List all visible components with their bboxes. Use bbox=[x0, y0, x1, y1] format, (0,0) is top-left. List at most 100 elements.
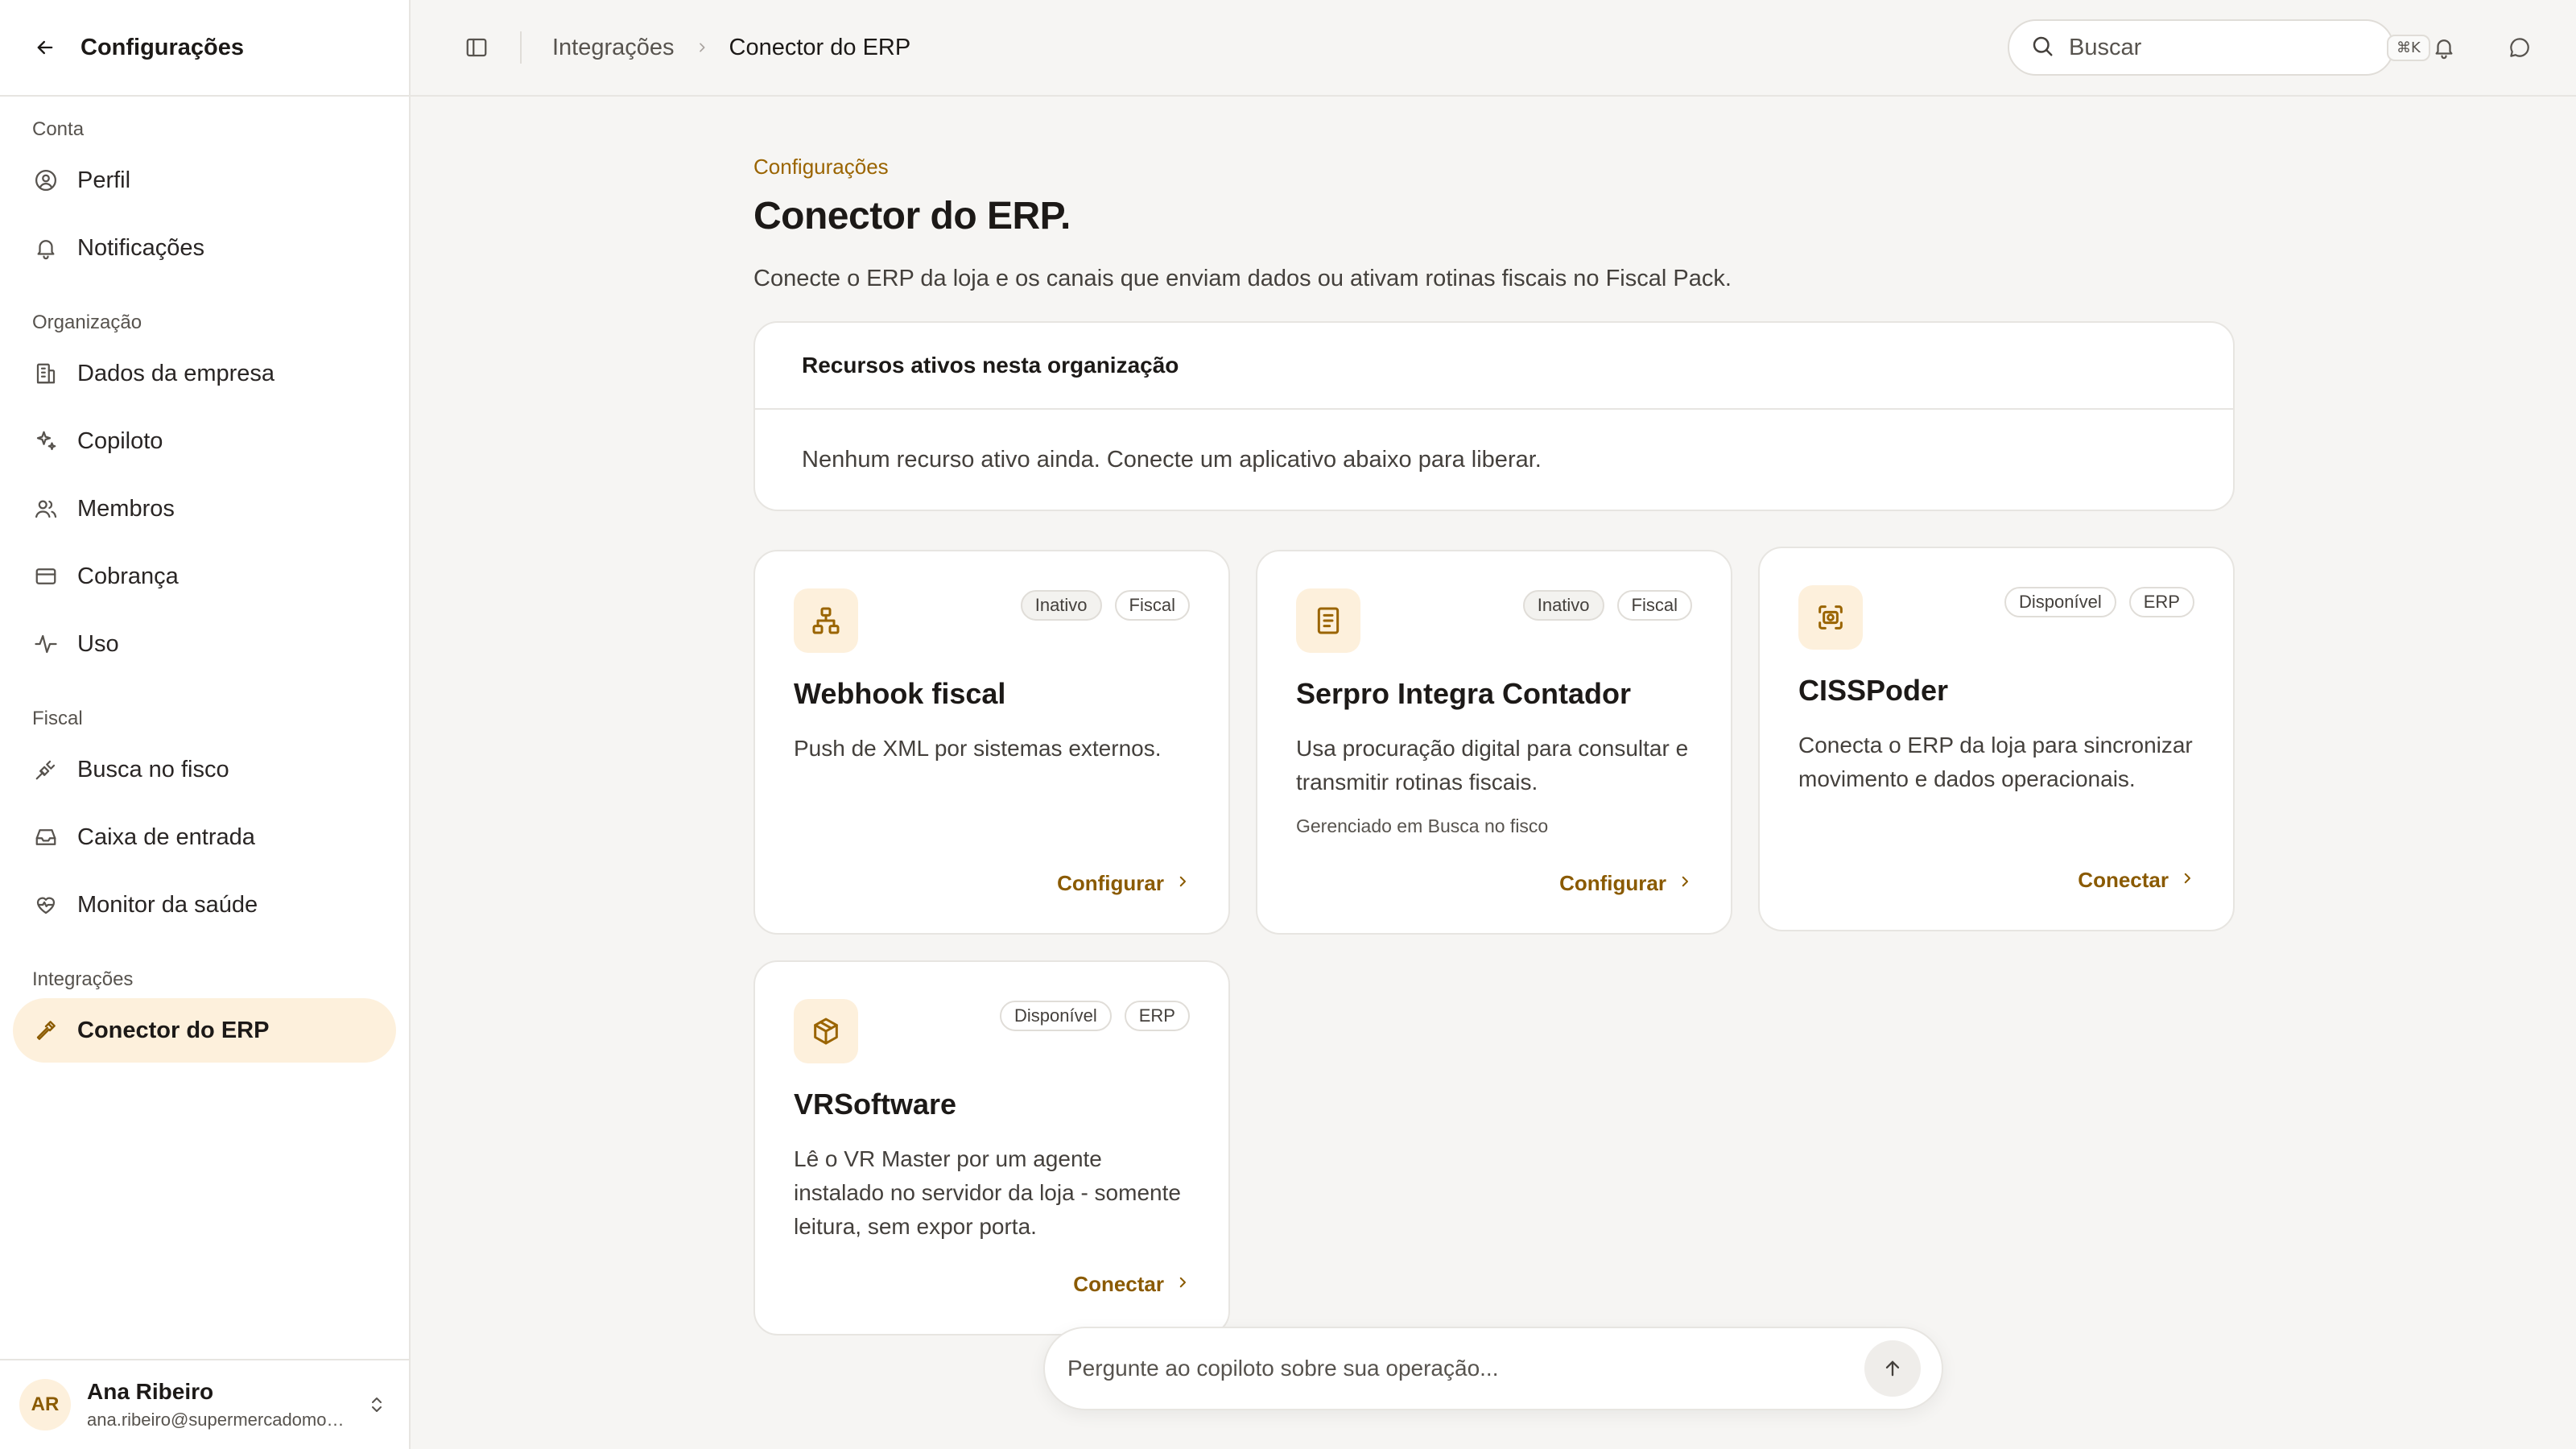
chevron-right-icon bbox=[696, 39, 708, 56]
sidebar-item-label: Perfil bbox=[77, 167, 131, 193]
sidebar-item-label: Uso bbox=[77, 630, 119, 657]
sidebar-section-fiscal: Fiscal bbox=[32, 708, 83, 729]
user-circle-icon bbox=[32, 167, 60, 194]
action-label: Configurar bbox=[1057, 871, 1164, 895]
page-description: Conecte o ERP da loja e os canais que en… bbox=[753, 266, 1732, 291]
arrow-up-icon bbox=[1885, 1360, 1900, 1377]
connect-button[interactable]: Conectar bbox=[1073, 1272, 1190, 1297]
package-icon bbox=[794, 999, 858, 1063]
sidebar-item-label: Conector do ERP bbox=[77, 1017, 270, 1043]
sidebar-section-integracoes: Integrações bbox=[32, 968, 134, 990]
sidebar-item-label: Busca no fisco bbox=[77, 756, 229, 782]
sidebar-title: Configurações bbox=[80, 34, 245, 60]
inbox-icon bbox=[32, 824, 60, 851]
chevrons-up-down-icon bbox=[364, 1389, 390, 1421]
integration-card-vrsoftware: Disponível ERP VRSoftware Lê o VR Master… bbox=[753, 960, 1230, 1335]
sidebar-item-label: Cobrança bbox=[77, 563, 179, 589]
sidebar-item-cobranca[interactable]: Cobrança bbox=[13, 544, 396, 609]
copilot-prompt-box bbox=[1043, 1327, 1943, 1410]
sidebar-item-conector-do-erp[interactable]: Conector do ERP bbox=[13, 998, 396, 1063]
active-resources-empty-state: Nenhum recurso ativo ainda. Conecte um a… bbox=[802, 446, 1542, 473]
card-description: Lê o VR Master por um agente instalado n… bbox=[794, 1146, 1181, 1239]
card-title: CISSPoder bbox=[1798, 674, 1949, 707]
sidebar-item-label: Monitor da saúde bbox=[77, 891, 258, 918]
configure-button[interactable]: Configurar bbox=[1559, 871, 1692, 896]
category-badge: ERP bbox=[1124, 1001, 1190, 1031]
connect-button[interactable]: Conectar bbox=[2078, 868, 2194, 893]
sidebar-item-caixa-de-entrada[interactable]: Caixa de entrada bbox=[13, 805, 396, 869]
sidebar-section-conta: Conta bbox=[32, 118, 85, 140]
sidebar-item-notificacoes[interactable]: Notificações bbox=[13, 216, 396, 280]
sidebar-item-label: Membros bbox=[77, 495, 175, 522]
sidebar-header: Configurações bbox=[0, 0, 409, 97]
user-name: Ana Ribeiro bbox=[87, 1379, 214, 1404]
card-title: Serpro Integra Contador bbox=[1296, 677, 1632, 710]
sidebar-item-busca-no-fisco[interactable]: Busca no fisco bbox=[13, 737, 396, 802]
search-icon bbox=[2030, 34, 2054, 62]
credit-card-icon bbox=[32, 563, 60, 590]
search-box[interactable]: ⌘K bbox=[2008, 19, 2430, 76]
configure-button[interactable]: Configurar bbox=[1057, 871, 1190, 896]
card-title: VRSoftware bbox=[794, 1088, 957, 1121]
sidebar-section-organizacao: Organização bbox=[32, 312, 142, 333]
chevron-right-icon bbox=[1175, 871, 1190, 896]
network-icon bbox=[794, 588, 858, 653]
bell-icon bbox=[32, 234, 60, 262]
heart-pulse-icon bbox=[32, 891, 60, 919]
document-icon bbox=[1296, 588, 1360, 653]
category-badge: Fiscal bbox=[1616, 590, 1692, 621]
users-icon bbox=[32, 495, 60, 522]
sidebar-item-membros[interactable]: Membros bbox=[13, 477, 396, 541]
card-description: Usa procuração digital para consultar e … bbox=[1296, 736, 1689, 795]
send-button[interactable] bbox=[1864, 1340, 1921, 1397]
integration-card-serpro-integra-contador: Inativo Fiscal Serpro Integra Contador U… bbox=[1256, 550, 1732, 935]
integration-card-webhook-fiscal: Inativo Fiscal Webhook fiscal Push de XM… bbox=[753, 550, 1230, 935]
copilot-input[interactable] bbox=[1067, 1356, 1864, 1381]
status-badge: Inativo bbox=[1522, 590, 1604, 621]
action-label: Conectar bbox=[1073, 1272, 1164, 1296]
sidebar-item-copiloto[interactable]: Copiloto bbox=[13, 409, 396, 473]
user-account-menu[interactable]: AR Ana Ribeiro ana.ribeiro@supermercadom… bbox=[0, 1359, 409, 1449]
topbar-divider bbox=[520, 31, 522, 64]
sidebar-item-label: Notificações bbox=[77, 234, 204, 261]
sidebar-item-dados-da-empresa[interactable]: Dados da empresa bbox=[13, 341, 396, 406]
active-resources-panel: Recursos ativos nesta organização Nenhum… bbox=[753, 321, 2235, 511]
breadcrumb-current: Conector do ERP bbox=[729, 34, 911, 60]
settings-sidebar: Configurações Conta Perfil Notificações … bbox=[0, 0, 411, 1449]
back-arrow-icon[interactable] bbox=[31, 33, 60, 62]
hammer-icon bbox=[32, 1017, 60, 1044]
sidebar-item-label: Dados da empresa bbox=[77, 360, 275, 386]
building-icon bbox=[32, 360, 60, 387]
breadcrumb: Integrações Conector do ERP bbox=[552, 35, 910, 61]
breadcrumb-integracoes[interactable]: Integrações bbox=[552, 35, 675, 61]
top-bar: Integrações Conector do ERP ⌘K bbox=[411, 0, 2576, 97]
user-email: ana.ribeiro@supermercadomod... bbox=[87, 1410, 348, 1430]
main-content: Configurações Conector do ERP. Conecte o… bbox=[753, 97, 2235, 1347]
sidebar-item-perfil[interactable]: Perfil bbox=[13, 148, 396, 213]
card-description: Conecta o ERP da loja para sincronizar m… bbox=[1798, 733, 2193, 791]
action-label: Configurar bbox=[1559, 871, 1666, 895]
sidebar-item-uso[interactable]: Uso bbox=[13, 612, 396, 676]
page-title: Conector do ERP. bbox=[753, 195, 1071, 237]
sidebar-item-monitor-da-saude[interactable]: Monitor da saúde bbox=[13, 873, 396, 937]
chevron-right-icon bbox=[2180, 868, 2194, 893]
integration-cards: Inativo Fiscal Webhook fiscal Push de XM… bbox=[753, 547, 2235, 1347]
chevron-right-icon bbox=[1678, 871, 1692, 896]
chevron-right-icon bbox=[1175, 1272, 1190, 1297]
integration-card-cisspoder: Disponível ERP CISSPoder Conecta o ERP d… bbox=[1758, 547, 2235, 931]
status-badge: Disponível bbox=[2004, 587, 2116, 617]
activity-icon bbox=[32, 630, 60, 658]
card-note: Gerenciado em Busca no fisco bbox=[1296, 815, 1549, 836]
status-badge: Inativo bbox=[1020, 590, 1102, 621]
active-resources-title: Recursos ativos nesta organização bbox=[755, 323, 2233, 410]
sidebar-item-label: Copiloto bbox=[77, 427, 163, 454]
plug-icon bbox=[32, 756, 60, 783]
scan-icon bbox=[1798, 585, 1863, 650]
action-label: Conectar bbox=[2078, 868, 2169, 892]
bell-icon[interactable] bbox=[2418, 22, 2470, 73]
chat-bubble-icon[interactable] bbox=[2494, 22, 2545, 73]
avatar: AR bbox=[19, 1379, 71, 1430]
search-input[interactable] bbox=[2069, 34, 2372, 61]
sidebar-item-label: Caixa de entrada bbox=[77, 824, 255, 850]
toggle-sidebar-icon[interactable] bbox=[451, 22, 502, 73]
